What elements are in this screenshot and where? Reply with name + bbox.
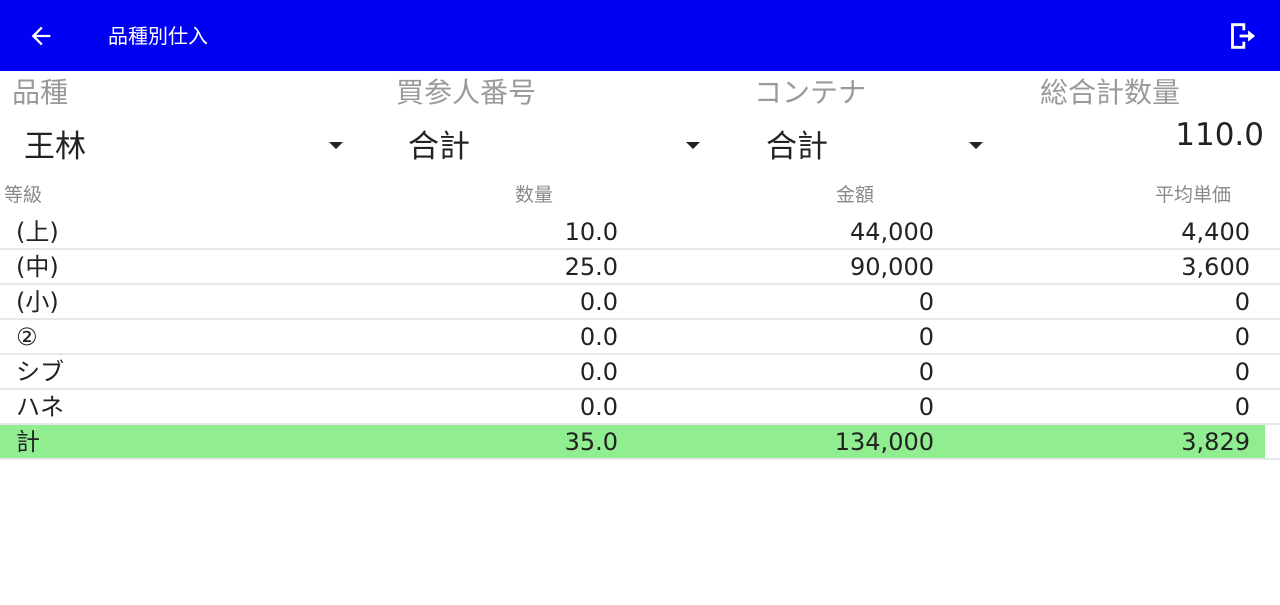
qty-column-header: 数量 (515, 184, 554, 206)
grand-total-qty-value: 110.0 (1175, 117, 1264, 153)
qty-cell: 0.0 (579, 323, 618, 351)
variety-dropdown[interactable]: 王林 (12, 122, 352, 170)
variety-selected-value: 王林 (24, 129, 86, 165)
grade-column-header: 等級 (4, 184, 43, 206)
total-avg-price-cell: 3,829 (1181, 428, 1250, 456)
grand-total-qty-label: 総合計数量 (1040, 76, 1181, 109)
grade-cell: ② (16, 323, 38, 351)
container-dropdown[interactable]: 合計 (754, 122, 994, 170)
avg-price-cell: 0 (1234, 288, 1250, 316)
grade-cell: (小) (16, 288, 59, 316)
qty-cell: 0.0 (579, 288, 618, 316)
dropdown-arrow-icon (969, 142, 983, 149)
grade-cell: (中) (16, 253, 59, 281)
avg-price-column-header: 平均単価 (1155, 184, 1232, 206)
qty-cell: 25.0 (564, 253, 618, 281)
qty-cell: 0.0 (579, 358, 618, 386)
total-qty-cell: 35.0 (564, 428, 618, 456)
total-label-cell: 計 (16, 428, 40, 456)
back-button[interactable] (18, 13, 64, 59)
arrow-left-icon (31, 26, 51, 46)
amount-cell: 0 (918, 323, 934, 351)
avg-price-cell: 3,600 (1181, 253, 1250, 281)
amount-cell: 0 (918, 288, 934, 316)
dropdown-arrow-icon (329, 142, 343, 149)
variety-label: 品種 (12, 76, 69, 109)
container-label: コンテナ (754, 76, 867, 109)
grade-cell: ハネ (16, 393, 64, 421)
amount-column-header: 金額 (836, 184, 875, 206)
grade-cell: (上) (16, 218, 59, 246)
page-title: 品種別仕入 (108, 24, 208, 48)
buyer-number-selected-value: 合計 (408, 129, 470, 165)
app-bar: 品種別仕入 (0, 0, 1280, 71)
amount-cell: 90,000 (850, 253, 934, 281)
avg-price-cell: 0 (1234, 358, 1250, 386)
total-amount-cell: 134,000 (834, 428, 934, 456)
table-row: (小) 0.0 0 0 (0, 285, 1280, 320)
avg-price-cell: 0 (1234, 393, 1250, 421)
table-row: (中) 25.0 90,000 3,600 (0, 250, 1280, 285)
qty-cell: 10.0 (564, 218, 618, 246)
total-row: 計 35.0 134,000 3,829 (0, 425, 1280, 460)
buyer-number-label: 買参人番号 (396, 76, 537, 109)
dropdown-arrow-icon (686, 142, 700, 149)
avg-price-cell: 0 (1234, 323, 1250, 351)
exit-icon (1231, 23, 1256, 49)
amount-cell: 44,000 (850, 218, 934, 246)
table-row: ② 0.0 0 0 (0, 320, 1280, 355)
table-row: ハネ 0.0 0 0 (0, 390, 1280, 425)
qty-cell: 0.0 (579, 393, 618, 421)
table-row: シブ 0.0 0 0 (0, 355, 1280, 390)
amount-cell: 0 (918, 358, 934, 386)
buyer-number-dropdown[interactable]: 合計 (396, 122, 711, 170)
total-row-highlight (0, 425, 1265, 458)
container-selected-value: 合計 (766, 129, 828, 165)
exit-button[interactable] (1218, 13, 1264, 59)
table-row: (上) 10.0 44,000 4,400 (0, 215, 1280, 250)
grade-cell: シブ (16, 358, 64, 386)
amount-cell: 0 (918, 393, 934, 421)
avg-price-cell: 4,400 (1181, 218, 1250, 246)
